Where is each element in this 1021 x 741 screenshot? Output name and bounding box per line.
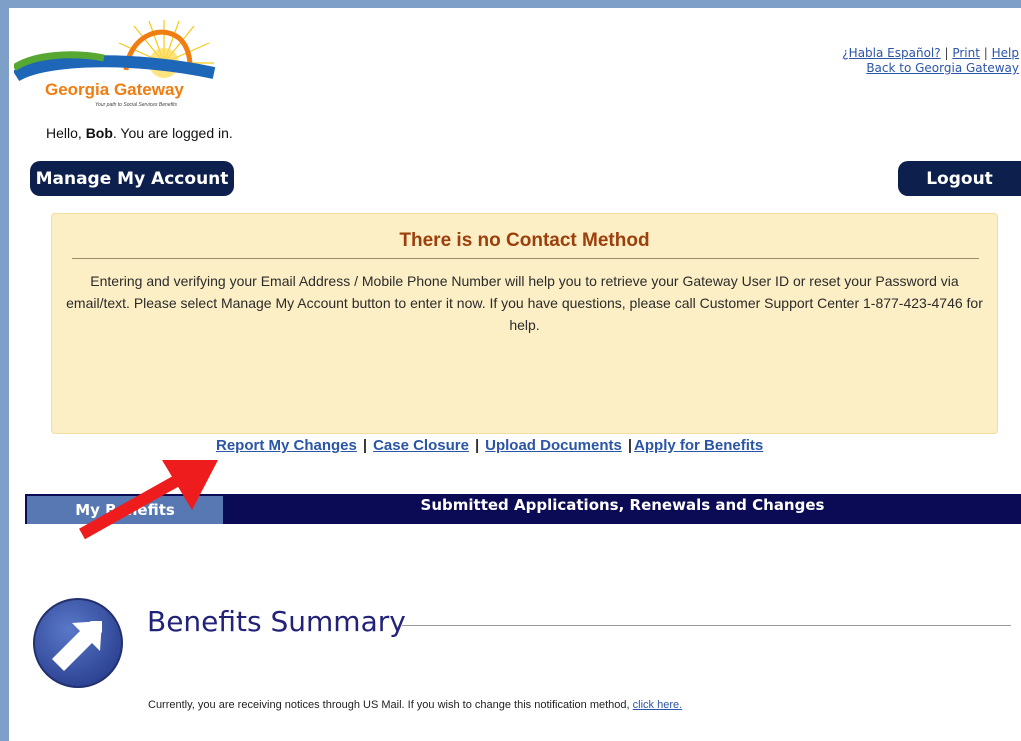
logout-button[interactable]: Logout bbox=[898, 161, 1021, 196]
greeting-suffix: . You are logged in. bbox=[112, 125, 233, 141]
spanish-link[interactable]: ¿Habla Español? bbox=[842, 46, 940, 60]
upload-documents-link[interactable]: Upload Documents bbox=[485, 437, 622, 454]
notice-body: Entering and verifying your Email Addres… bbox=[66, 273, 983, 333]
greeting: Hello, Bob. You are logged in. bbox=[46, 125, 233, 141]
window-frame-top bbox=[0, 0, 1021, 8]
user-name: Bob bbox=[85, 125, 113, 141]
greeting-prefix: Hello, bbox=[46, 125, 82, 141]
window-frame-left bbox=[0, 0, 9, 741]
notice-divider bbox=[72, 258, 979, 259]
separator: | bbox=[627, 437, 633, 454]
notice-title: There is no Contact Method bbox=[399, 230, 650, 251]
logo-title: Georgia Gateway bbox=[45, 80, 184, 99]
separator: | bbox=[944, 46, 949, 60]
arrow-up-right-circle-icon bbox=[33, 598, 123, 688]
report-changes-link[interactable]: Report My Changes bbox=[216, 437, 357, 454]
manage-account-button[interactable]: Manage My Account bbox=[30, 161, 234, 196]
top-links: ¿Habla Español? | Print | Help Back to G… bbox=[842, 46, 1019, 76]
benefits-summary-title: Benefits Summary bbox=[147, 605, 406, 638]
separator: | bbox=[983, 46, 988, 60]
notification-method-text: Currently, you are receiving notices thr… bbox=[148, 699, 682, 711]
apply-benefits-link[interactable]: Apply for Benefits bbox=[634, 437, 763, 454]
case-closure-link[interactable]: Case Closure bbox=[373, 437, 469, 454]
logo-tagline: Your path to Social Services Benefits bbox=[95, 102, 177, 108]
title-divider bbox=[402, 625, 1011, 626]
tab-submitted-applications[interactable]: Submitted Applications, Renewals and Cha… bbox=[224, 494, 1021, 516]
mail-notice-text: Currently, you are receiving notices thr… bbox=[148, 699, 630, 711]
separator: | bbox=[362, 437, 368, 454]
red-arrow-icon bbox=[79, 460, 218, 540]
separator: | bbox=[474, 437, 480, 454]
contact-method-notice: There is no Contact Method Entering and … bbox=[51, 213, 998, 434]
georgia-gateway-logo[interactable]: Georgia Gateway Your path to Social Serv… bbox=[11, 18, 229, 110]
change-notification-link[interactable]: click here. bbox=[633, 699, 683, 711]
help-link[interactable]: Help bbox=[992, 46, 1019, 60]
back-to-gateway-link[interactable]: Back to Georgia Gateway bbox=[866, 61, 1019, 75]
print-link[interactable]: Print bbox=[952, 46, 980, 60]
